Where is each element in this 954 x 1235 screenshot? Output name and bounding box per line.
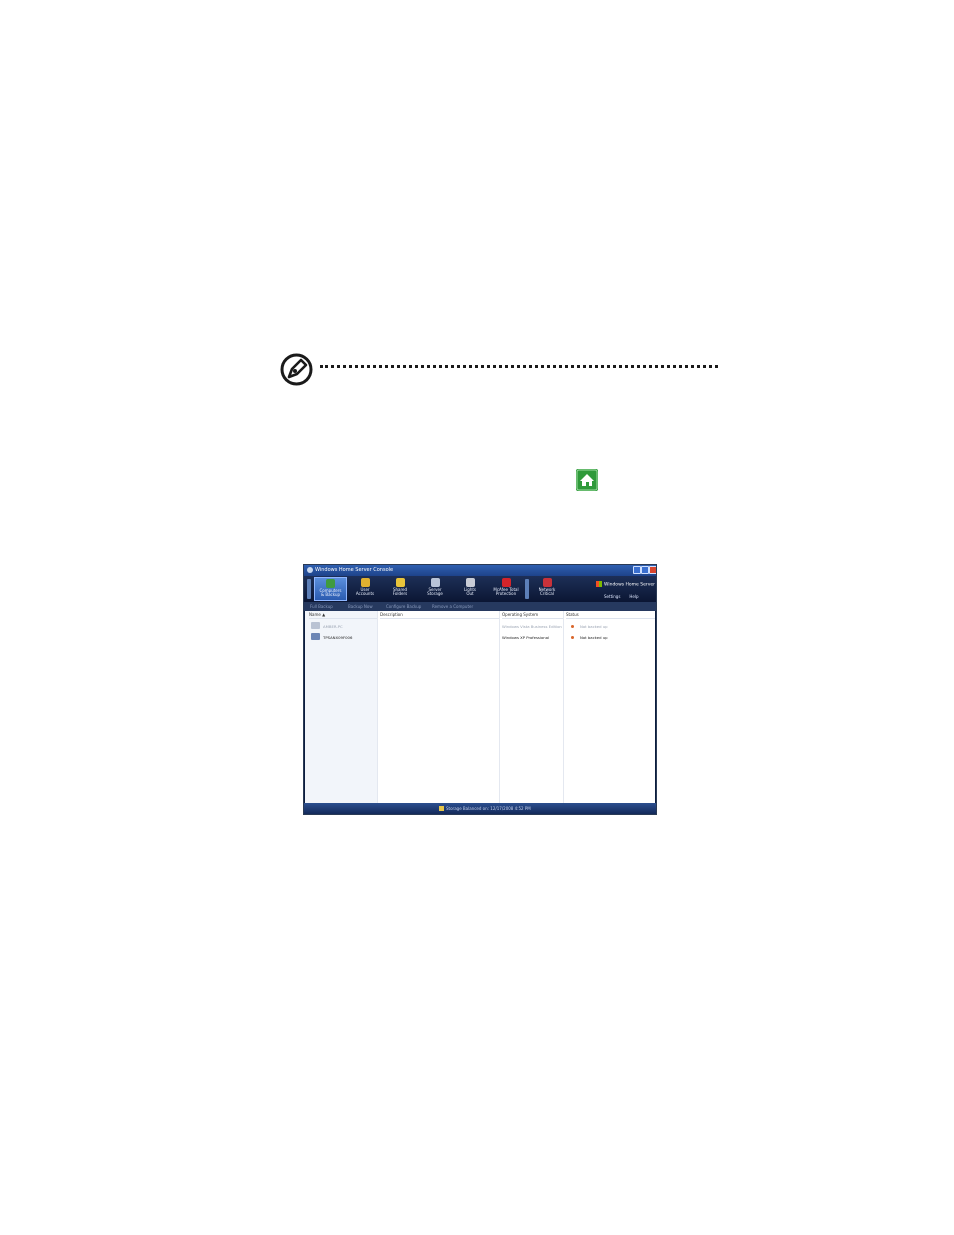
brand-logo: Windows Home Server [596, 581, 655, 588]
settings-link[interactable]: Settings [604, 594, 620, 599]
tab-mcafee-total-protection[interactable]: McAfee Total Protection [488, 577, 524, 601]
lights-out-icon [465, 578, 475, 587]
table-row-name[interactable]: TPSANX09F006 [323, 635, 352, 640]
toolbar: Full Backup Backup Now Configure Backup … [304, 602, 656, 611]
nav-scroll-left[interactable] [307, 579, 311, 599]
nav-bar: Computers & Backup User Accounts Shared … [304, 576, 656, 602]
status-icon [571, 636, 574, 639]
table-row-status: Not backed up [580, 635, 608, 640]
home-server-icon [576, 469, 598, 491]
help-link[interactable]: Help [629, 594, 638, 599]
mcafee-icon [501, 578, 511, 587]
column-separator [563, 611, 564, 803]
status-text: Storage Balanced on: 12/17/2008 4:52 PM [446, 806, 531, 811]
nav-scroll-right[interactable] [525, 579, 529, 599]
computers-icon [326, 579, 335, 588]
app-icon [307, 567, 313, 573]
close-button[interactable] [649, 566, 656, 574]
folder-icon [395, 578, 405, 587]
tab-server-storage[interactable]: Server Storage [421, 577, 449, 601]
windows-flag-icon [596, 581, 602, 587]
network-alert-icon [542, 578, 552, 587]
window-title: Windows Home Server Console [315, 567, 394, 573]
tab-lights-out[interactable]: Lights Out [456, 577, 484, 601]
table-row-name[interactable]: AMBER-PC [323, 624, 343, 629]
dotted-divider [320, 365, 718, 368]
status-bar: Storage Balanced on: 12/17/2008 4:52 PM [304, 803, 656, 814]
tab-shared-folders[interactable]: Shared Folders [386, 577, 414, 601]
note-icon [280, 353, 313, 386]
console-window: Windows Home Server Console Computers & … [303, 564, 657, 815]
toolbar-full-backup[interactable]: Full Backup [310, 602, 333, 611]
status-icon [571, 625, 574, 628]
table-row-status: Not backed up [580, 624, 608, 629]
tab-user-accounts[interactable]: User Accounts [351, 577, 379, 601]
table-row-os: Windows Vista Business Edition [502, 624, 562, 629]
tab-computers-backup[interactable]: Computers & Backup [314, 577, 347, 601]
column-header-status[interactable]: Status [566, 611, 655, 619]
users-icon [360, 578, 370, 587]
column-header-description[interactable]: Description [380, 611, 499, 619]
column-header-os[interactable]: Operating System [502, 611, 563, 619]
toolbar-backup-now[interactable]: Backup Now [348, 602, 373, 611]
column-separator [499, 611, 500, 803]
column-header-name[interactable]: Name ▲ [309, 611, 377, 619]
computer-icon [311, 622, 320, 629]
table-row-os: Windows XP Professional [502, 635, 550, 640]
minimize-button[interactable] [633, 566, 641, 574]
computer-icon [311, 633, 320, 640]
nav-links: Settings Help [604, 594, 648, 599]
toolbar-configure-backup[interactable]: Configure Backup [386, 602, 421, 611]
title-bar: Windows Home Server Console [304, 565, 656, 576]
maximize-button[interactable] [641, 566, 649, 574]
column-separator [377, 611, 378, 803]
toolbar-remove-computer[interactable]: Remove a Computer [432, 602, 473, 611]
storage-balanced-icon [439, 806, 444, 811]
computer-list: Name ▲ Description Operating System Stat… [305, 611, 655, 803]
storage-icon [430, 578, 440, 587]
tab-network-critical[interactable]: Network Critical [532, 577, 562, 601]
